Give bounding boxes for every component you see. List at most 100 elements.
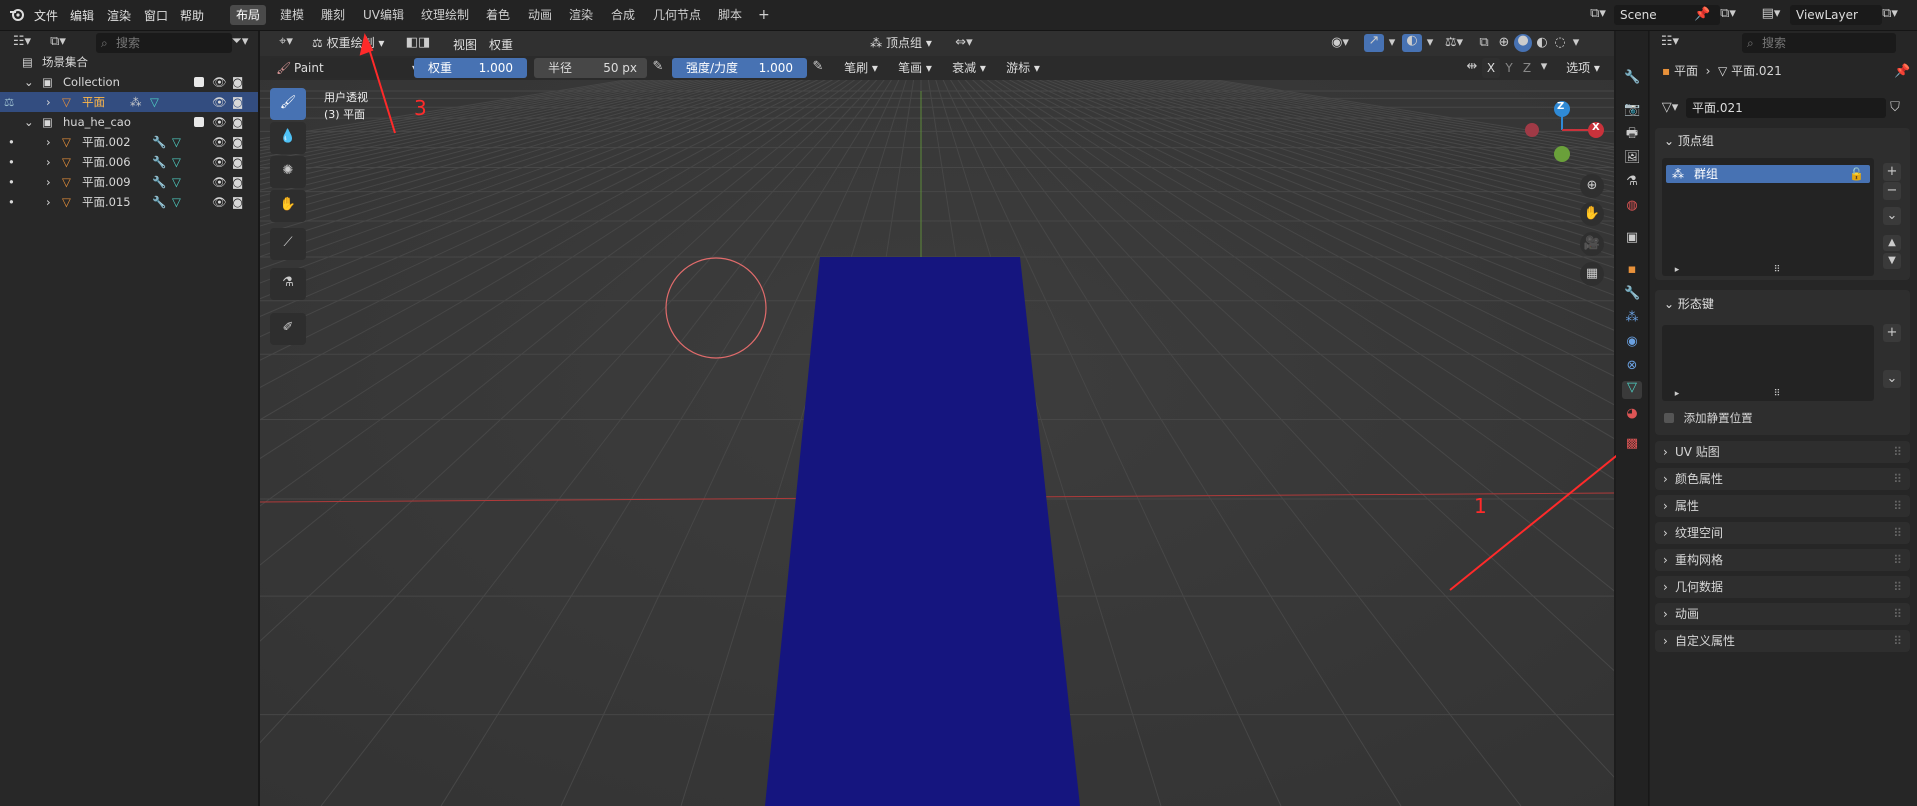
mirror-z-toggle[interactable]: Z xyxy=(1518,58,1536,78)
add-rest-position-row[interactable]: 添加静置位置 xyxy=(1664,410,1753,426)
view-layer-icon[interactable]: ▤▾ xyxy=(1756,7,1786,21)
outliner-search-input[interactable]: ⌕ 搜索 xyxy=(96,33,232,53)
pin-icon[interactable]: 📌 xyxy=(1694,8,1710,22)
properties-search-input[interactable]: ⌕ 搜索 xyxy=(1742,33,1896,53)
drag-handle-icon[interactable]: ⠿ xyxy=(1893,576,1902,598)
checkbox-icon[interactable] xyxy=(1664,413,1674,423)
menu-file[interactable]: 文件 xyxy=(34,7,58,24)
panel-remesh[interactable]: › 重构网格 ⠿ xyxy=(1655,549,1910,571)
zoom-icon[interactable]: ⊕ xyxy=(1580,174,1604,198)
panel-custom-properties[interactable]: › 自定义属性 ⠿ xyxy=(1655,630,1910,652)
drag-handle-icon[interactable]: ⠿ xyxy=(1893,441,1902,463)
eye-icon[interactable]: 👁 xyxy=(212,172,227,192)
symmetry-icon[interactable]: ⇔▾ xyxy=(950,36,978,50)
eye-icon[interactable]: 👁 xyxy=(212,112,227,132)
visibility-icon[interactable]: ◉▾ xyxy=(1326,36,1354,50)
mesh-data-tab-icon[interactable]: ▽ xyxy=(1622,381,1642,399)
camera-icon[interactable]: ◙ xyxy=(232,132,243,152)
menu-render[interactable]: 渲染 xyxy=(107,7,131,24)
object-tab-icon[interactable]: ▪ xyxy=(1624,263,1640,277)
resize-handle-icon[interactable]: ⠿ xyxy=(1770,387,1784,401)
filter-icon[interactable]: ⏷▾ xyxy=(228,35,252,49)
panel-color-attributes[interactable]: › 颜色属性 ⠿ xyxy=(1655,468,1910,490)
tab-compositing[interactable]: 合成 xyxy=(605,5,641,25)
ortho-grid-icon[interactable]: ▦ xyxy=(1580,262,1604,286)
menu-edit[interactable]: 编辑 xyxy=(70,7,94,24)
tab-rendering[interactable]: 渲染 xyxy=(563,5,599,25)
constraints-tab-icon[interactable]: ⊗ xyxy=(1624,359,1640,373)
gizmo-toggle-icon[interactable]: ↗ xyxy=(1364,34,1384,52)
tool-tab-icon[interactable]: 🔧 xyxy=(1624,71,1640,85)
add-workspace-button[interactable]: + xyxy=(752,5,776,25)
editor-type-icon[interactable]: ☷▾ xyxy=(8,35,36,49)
panel-animation[interactable]: › 动画 ⠿ xyxy=(1655,603,1910,625)
outliner-row-object[interactable]: • › ▽ 平面.002 🔧 ▽ 👁 ◙ xyxy=(0,132,258,152)
brush-menu[interactable]: 笔刷 ▾ xyxy=(838,58,884,78)
gizmo-menu-icon[interactable]: ▾ xyxy=(1386,36,1398,50)
cursor-menu[interactable]: 游标 ▾ xyxy=(1000,58,1046,78)
remove-vertex-group-icon[interactable]: − xyxy=(1883,182,1901,200)
drag-handle-icon[interactable]: ⠿ xyxy=(1893,468,1902,490)
camera-view-icon[interactable]: 🎥 xyxy=(1580,232,1604,256)
scene-tab-icon[interactable]: ⚗ xyxy=(1624,175,1640,189)
checkbox-icon[interactable] xyxy=(194,77,204,87)
expand-icon[interactable]: ⌄ xyxy=(24,112,34,132)
overlays-menu-icon[interactable]: ▾ xyxy=(1424,36,1436,50)
display-mode-icon[interactable]: ⧉▾ xyxy=(44,35,72,49)
expand-icon[interactable]: › xyxy=(46,132,51,152)
strength-pressure-icon[interactable]: ✎ xyxy=(809,60,827,74)
mask-toggle-icon[interactable]: ◧◨ xyxy=(400,36,436,50)
specials-menu-icon[interactable]: ⌄ xyxy=(1883,207,1901,225)
outliner-row-object[interactable]: • › ▽ 平面.009 🔧 ▽ 👁 ◙ xyxy=(0,172,258,192)
tool-blur[interactable]: 💧 xyxy=(270,122,306,154)
eye-icon[interactable]: 👁 xyxy=(212,192,227,212)
tab-layout[interactable]: 布局 xyxy=(230,5,267,25)
tab-sculpting[interactable]: 雕刻 xyxy=(315,5,351,25)
scene-icon[interactable]: ⧉▾ xyxy=(1584,7,1612,21)
world-tab-icon[interactable]: ◍ xyxy=(1624,199,1640,213)
panel-geometry-data[interactable]: › 几何数据 ⠿ xyxy=(1655,576,1910,598)
drag-handle-icon[interactable]: ⠿ xyxy=(1893,549,1902,571)
texture-tab-icon[interactable]: ▩ xyxy=(1624,437,1640,451)
lock-icon[interactable]: 🔓 xyxy=(1849,165,1864,183)
tool-draw[interactable]: 🖌 xyxy=(270,88,306,120)
mirror-icon[interactable]: ⇹ xyxy=(1464,60,1480,74)
expand-icon[interactable]: › xyxy=(46,172,51,192)
move-down-icon[interactable]: ▼ xyxy=(1883,253,1901,269)
expand-icon[interactable]: ⌄ xyxy=(24,72,34,92)
shape-key-list[interactable] xyxy=(1662,325,1874,401)
panel-uv-maps[interactable]: › UV 贴图 ⠿ xyxy=(1655,441,1910,463)
menu-window[interactable]: 窗口 xyxy=(144,7,168,24)
panel-texture-space[interactable]: › 纹理空间 ⠿ xyxy=(1655,522,1910,544)
camera-icon[interactable]: ◙ xyxy=(232,152,243,172)
vertex-group-dropdown[interactable]: ⁂ 顶点组 ▾ xyxy=(863,33,939,53)
output-tab-icon[interactable]: 🖶 xyxy=(1624,127,1640,141)
modifier-tab-icon[interactable]: 🔧 xyxy=(1624,287,1640,301)
shading-menu-icon[interactable]: ▾ xyxy=(1570,36,1582,50)
eye-icon[interactable]: 👁 xyxy=(212,72,227,92)
particles-tab-icon[interactable]: ⁂ xyxy=(1624,311,1640,325)
tool-gradient[interactable]: ⟋ xyxy=(270,228,306,260)
menu-help[interactable]: 帮助 xyxy=(180,7,204,24)
toggle-xray-icon[interactable]: ⧉ xyxy=(1476,36,1492,50)
shading-rendered-icon[interactable]: ◌ xyxy=(1552,36,1568,50)
camera-icon[interactable]: ◙ xyxy=(232,112,243,132)
stroke-menu[interactable]: 笔画 ▾ xyxy=(892,58,938,78)
add-vertex-group-icon[interactable]: + xyxy=(1883,163,1901,181)
outliner-row-object[interactable]: • › ▽ 平面.006 🔧 ▽ 👁 ◙ xyxy=(0,152,258,172)
outliner-row-collection[interactable]: ⌄ ▣ hua_he_cao 👁 ◙ xyxy=(0,112,258,132)
collection-tab-icon[interactable]: ▣ xyxy=(1624,231,1640,245)
list-filter-icon[interactable]: ▸ xyxy=(1672,387,1682,401)
outliner-row-plane[interactable]: ⚖ › ▽ 平面 ⁂ ▽ 👁 ◙ xyxy=(0,92,258,112)
fake-user-shield-icon[interactable]: ⛉ xyxy=(1886,101,1904,115)
list-filter-icon[interactable]: ▸ xyxy=(1672,263,1682,277)
camera-icon[interactable]: ◙ xyxy=(232,192,243,212)
xray-icon[interactable]: ⚖▾ xyxy=(1440,36,1468,50)
options-menu[interactable]: 选项 ▾ xyxy=(1558,58,1608,78)
strength-slider[interactable]: 强度/力度 1.000 xyxy=(672,58,807,78)
tab-uv-editing[interactable]: UV编辑 xyxy=(357,5,410,25)
add-shape-key-icon[interactable]: + xyxy=(1883,324,1901,342)
shading-solid-icon[interactable]: ● xyxy=(1514,34,1532,52)
mesh-browse-icon[interactable]: ▽▾ xyxy=(1658,101,1682,115)
material-tab-icon[interactable]: ◕ xyxy=(1624,407,1640,421)
